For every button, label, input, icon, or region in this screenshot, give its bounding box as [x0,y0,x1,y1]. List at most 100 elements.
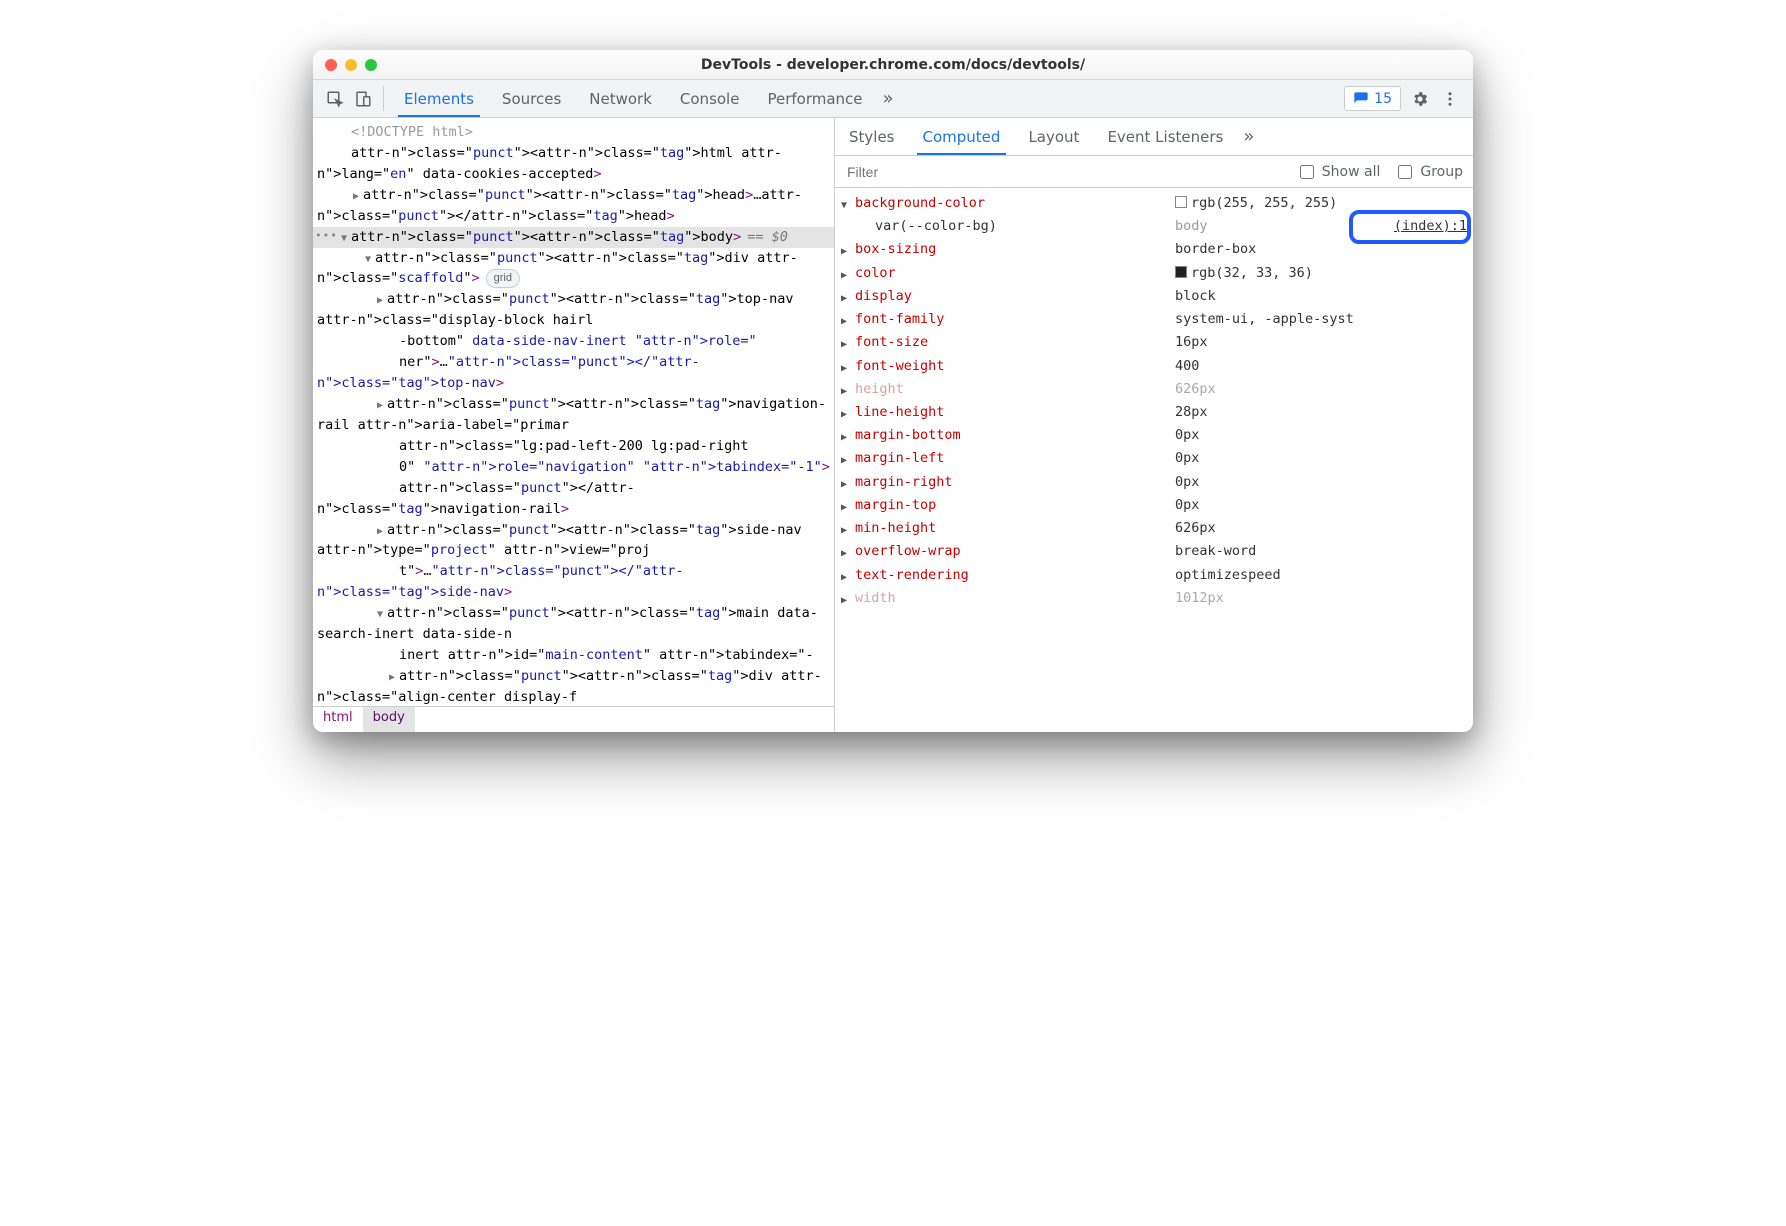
tab-elements[interactable]: Elements [390,80,488,117]
computed-list[interactable]: ▼background-colorrgb(255, 255, 255)var(-… [835,188,1473,732]
disclosure-icon[interactable]: ▶ [841,494,855,516]
group-checkbox[interactable]: Group [1394,162,1463,182]
tab-network[interactable]: Network [575,80,666,117]
computed-row[interactable]: ▶text-renderingoptimizespeed [841,564,1467,587]
dom-line[interactable]: ▶attr-n">class="punct"><attr-n">class="t… [313,185,834,227]
computed-row[interactable]: ▶font-size16px [841,331,1467,354]
dom-line[interactable]: -bottom" data-side-nav-inert "attr-n">ro… [313,331,834,352]
disclosure-icon[interactable]: ▼ [365,252,375,268]
disclosure-icon[interactable]: ▶ [353,189,363,205]
disclosure-icon[interactable]: ▶ [841,285,855,307]
computed-var: var(--color-bg) [875,215,1175,238]
computed-row[interactable]: ▶font-weight400 [841,355,1467,378]
issues-badge[interactable]: 15 [1344,86,1401,111]
disclosure-icon[interactable]: ▶ [841,308,855,330]
dom-line[interactable]: 0" "attr-n">role="navigation" "attr-n">t… [313,457,834,478]
disclosure-icon[interactable]: ▶ [841,564,855,586]
disclosure-icon[interactable]: ▶ [841,331,855,353]
inspect-icon[interactable] [321,80,349,117]
side-tabs-overflow-icon[interactable]: » [1237,118,1260,155]
kebab-menu-icon[interactable] [1435,80,1465,117]
dom-line[interactable]: ▶attr-n">class="punct"><attr-n">class="t… [313,666,834,706]
computed-row[interactable]: ▶width1012px [841,587,1467,610]
computed-row[interactable]: ▶margin-right0px [841,471,1467,494]
grid-badge[interactable]: grid [486,269,520,288]
computed-source-row[interactable]: var(--color-bg)body(index):1 [841,215,1467,238]
tab-computed[interactable]: Computed [909,118,1015,155]
disclosure-icon[interactable]: ▶ [841,238,855,260]
dom-line[interactable]: ▼attr-n">class="punct"><attr-n">class="t… [313,603,834,645]
disclosure-icon[interactable]: ▶ [841,401,855,423]
dom-line[interactable]: ▶attr-n">class="punct"><attr-n">class="t… [313,394,834,436]
computed-row[interactable]: ▶line-height28px [841,401,1467,424]
dom-selected-body[interactable]: •••▼attr-n">class="punct"><attr-n">class… [313,227,834,248]
disclosure-icon[interactable]: ▶ [841,447,855,469]
dom-line[interactable]: attr-n">class="punct"><attr-n">class="ta… [313,143,834,185]
disclosure-icon[interactable]: ▶ [377,524,387,540]
computed-row[interactable]: ▶displayblock [841,285,1467,308]
content-split: <!DOCTYPE html>attr-n">class="punct"><at… [313,118,1473,732]
tab-styles[interactable]: Styles [835,118,909,155]
dom-line[interactable]: <!DOCTYPE html> [313,122,834,143]
window-title: DevTools - developer.chrome.com/docs/dev… [313,57,1473,73]
computed-row[interactable]: ▶margin-bottom0px [841,424,1467,447]
tab-console[interactable]: Console [666,80,754,117]
computed-row[interactable]: ▶box-sizingborder-box [841,238,1467,261]
disclosure-icon[interactable]: ▶ [377,398,387,414]
disclosure-icon[interactable]: ▼ [377,607,387,623]
filter-input[interactable] [845,163,1282,181]
source-link[interactable]: (index):1 [1394,215,1467,238]
disclosure-icon[interactable]: ▶ [377,293,387,309]
group-box[interactable] [1398,165,1412,179]
tab-layout[interactable]: Layout [1014,118,1093,155]
computed-prop-name: font-weight [855,355,1175,378]
disclosure-icon[interactable]: ▶ [389,670,399,686]
show-all-checkbox[interactable]: Show all [1296,162,1381,182]
dom-line[interactable]: attr-n">class="punct"></attr-n">class="t… [313,478,834,520]
elements-pane: <!DOCTYPE html>attr-n">class="punct"><at… [313,118,835,732]
disclosure-icon[interactable]: ▶ [841,471,855,493]
computed-row[interactable]: ▶min-height626px [841,517,1467,540]
disclosure-icon[interactable]: ▼ [841,192,855,214]
dom-tree[interactable]: <!DOCTYPE html>attr-n">class="punct"><at… [313,118,834,706]
disclosure-icon[interactable]: ▶ [841,540,855,562]
minimize-icon[interactable] [345,59,357,71]
disclosure-icon[interactable]: ▶ [841,378,855,400]
crumb-body[interactable]: body [363,707,415,732]
computed-prop-name: margin-bottom [855,424,1175,447]
computed-origin: body [1175,215,1394,238]
computed-row[interactable]: ▶margin-left0px [841,447,1467,470]
dom-line[interactable]: ▼attr-n">class="punct"><attr-n">class="t… [313,248,834,290]
computed-row[interactable]: ▶overflow-wrapbreak-word [841,540,1467,563]
computed-row[interactable]: ▼background-colorrgb(255, 255, 255) [841,192,1467,215]
settings-icon[interactable] [1405,80,1435,117]
disclosure-icon[interactable]: ▶ [841,587,855,609]
device-toggle-icon[interactable] [349,80,377,117]
dom-line[interactable]: attr-n">class="lg:pad-left-200 lg:pad-ri… [313,436,834,457]
close-icon[interactable] [325,59,337,71]
dom-line[interactable]: t">…"attr-n">class="punct"></"attr-n">cl… [313,561,834,603]
tab-event-listeners[interactable]: Event Listeners [1093,118,1237,155]
dom-line[interactable]: ▶attr-n">class="punct"><attr-n">class="t… [313,520,834,562]
disclosure-icon[interactable]: ▼ [341,231,351,247]
computed-row[interactable]: ▶margin-top0px [841,494,1467,517]
computed-row[interactable]: ▶height626px [841,378,1467,401]
disclosure-icon[interactable]: ▶ [841,355,855,377]
disclosure-icon[interactable]: ▶ [841,424,855,446]
computed-row[interactable]: ▶font-familysystem-ui, -apple-syst [841,308,1467,331]
computed-prop-name: display [855,285,1175,308]
dom-line[interactable]: ▶attr-n">class="punct"><attr-n">class="t… [313,289,834,331]
tab-sources[interactable]: Sources [488,80,575,117]
show-all-box[interactable] [1300,165,1314,179]
dom-line[interactable]: ner">…"attr-n">class="punct"></"attr-n">… [313,352,834,394]
computed-prop-name: width [855,587,1175,610]
tab-performance[interactable]: Performance [753,80,876,117]
dom-line[interactable]: inert attr-n">id="main-content" attr-n">… [313,645,834,666]
computed-prop-value: 0px [1175,447,1467,470]
crumb-html[interactable]: html [313,707,363,732]
disclosure-icon[interactable]: ▶ [841,262,855,284]
disclosure-icon[interactable]: ▶ [841,517,855,539]
maximize-icon[interactable] [365,59,377,71]
computed-row[interactable]: ▶colorrgb(32, 33, 36) [841,262,1467,285]
tabs-overflow-icon[interactable]: » [877,80,900,117]
